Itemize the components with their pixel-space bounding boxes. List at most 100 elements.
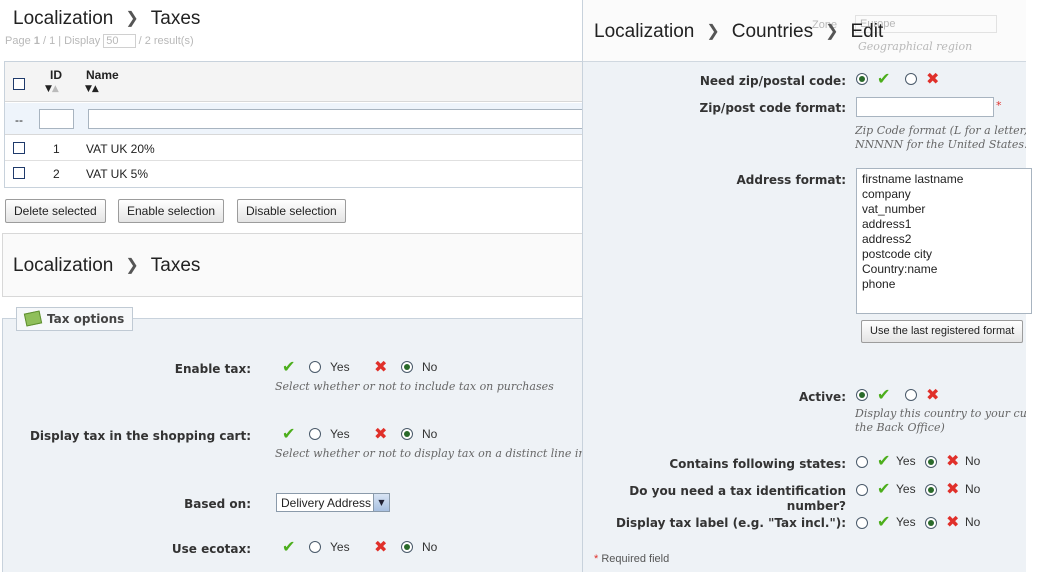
no-label: No: [422, 540, 438, 554]
pagination-label: Page: [5, 35, 31, 47]
tax-options-legend: Tax options: [16, 307, 134, 331]
enable-tax-yes-radio[interactable]: [309, 361, 321, 373]
address-line: firstname lastname: [862, 172, 964, 186]
need-zip-label: Need zip/postal code:: [699, 74, 846, 88]
yes-label: Yes: [330, 540, 350, 554]
cross-icon: ✖: [374, 424, 388, 443]
filter-id-input[interactable]: [39, 109, 74, 129]
breadcrumb-item: Edit: [850, 21, 884, 42]
tax-id-label: Do you need a tax identification: [629, 484, 846, 498]
display-tax-label: Display tax in the shopping cart:: [29, 429, 251, 443]
active-yes-radio[interactable]: [856, 389, 868, 401]
based-on-value: Delivery Address: [281, 496, 372, 510]
no-label: No: [965, 482, 981, 496]
row-checkbox[interactable]: [13, 167, 25, 179]
address-line: vat_number: [862, 202, 926, 216]
sort-arrows-icon[interactable]: ▼▲: [45, 84, 59, 94]
chevron-right-icon: ❯: [825, 23, 839, 40]
select-all-checkbox[interactable]: [13, 78, 25, 90]
required-note-text: Required field: [601, 553, 670, 565]
row-name: VAT UK 20%: [86, 142, 155, 156]
display-tax-label-no-radio[interactable]: [925, 517, 937, 529]
pagination-of: / 1 | Display: [42, 35, 101, 47]
table-row[interactable]: 2 VAT UK 5%: [5, 161, 590, 186]
address-line: postcode city: [862, 247, 933, 261]
breadcrumb-item[interactable]: Taxes: [151, 8, 201, 29]
cross-icon: ✖: [926, 69, 940, 88]
enable-selection-button[interactable]: Enable selection: [118, 199, 225, 223]
disable-selection-button[interactable]: Disable selection: [237, 199, 346, 223]
use-last-format-button[interactable]: Use the last registered format: [861, 320, 1024, 343]
enable-tax-help: Select whether or not to include tax on …: [275, 380, 554, 393]
yes-label: Yes: [330, 360, 350, 374]
display-tax-help: Select whether or not to display tax on …: [275, 447, 583, 460]
address-line: address2: [862, 232, 912, 246]
check-icon: ✔: [282, 537, 296, 556]
row-id: 2: [53, 167, 60, 181]
ecotax-yes-radio[interactable]: [309, 541, 321, 553]
column-header-name[interactable]: Name: [86, 68, 119, 82]
active-help: the Back Office): [855, 421, 945, 434]
per-page-value: 50: [106, 35, 119, 47]
address-line: company: [862, 187, 911, 201]
need-zip-yes-radio[interactable]: [856, 73, 868, 85]
enable-tax-no-radio[interactable]: [401, 361, 413, 373]
breadcrumb-item[interactable]: Localization: [13, 8, 113, 29]
row-checkbox[interactable]: [13, 142, 25, 154]
zip-format-label: Zip/post code format:: [699, 101, 846, 115]
breadcrumb-item[interactable]: Taxes: [151, 255, 201, 276]
table-row[interactable]: 1 VAT UK 20%: [5, 136, 590, 161]
yes-label: Yes: [896, 515, 916, 529]
row-name: VAT UK 5%: [86, 167, 149, 181]
breadcrumb-item[interactable]: Localization: [13, 255, 113, 276]
enable-tax-label: Enable tax:: [174, 362, 251, 376]
tax-options-breadcrumb: Localization ❯ Taxes: [13, 255, 200, 277]
breadcrumb-item[interactable]: Localization: [594, 21, 694, 42]
no-label: No: [422, 360, 438, 374]
dropdown-arrow-icon[interactable]: ▼: [373, 494, 389, 511]
address-format-textarea[interactable]: firstname lastname company vat_number ad…: [856, 168, 1032, 314]
taxes-table: ID ▼▲ Name ▼▲ -- 1 VAT UK 20% 2 VAT UK 5…: [4, 61, 598, 188]
ecotax-label: Use ecotax:: [171, 542, 251, 556]
taxes-list-breadcrumb: Localization ❯ Taxes: [13, 8, 200, 30]
legend-text: Tax options: [47, 312, 125, 326]
check-icon: ✔: [282, 424, 296, 443]
display-tax-yes-radio[interactable]: [309, 428, 321, 440]
chevron-right-icon: ❯: [125, 10, 139, 27]
required-field-note: * Required field: [594, 553, 669, 565]
check-icon: ✔: [877, 479, 891, 498]
no-label: No: [965, 515, 981, 529]
zip-format-help: Zip Code format (L for a letter, N: [855, 124, 1026, 137]
check-icon: ✔: [877, 69, 891, 88]
need-zip-no-radio[interactable]: [905, 73, 917, 85]
no-label: No: [422, 427, 438, 441]
cross-icon: ✖: [926, 385, 940, 404]
check-icon: ✔: [877, 451, 891, 470]
pagination-current: 1: [33, 35, 40, 47]
based-on-select[interactable]: Delivery Address ▼: [276, 493, 390, 512]
per-page-select[interactable]: 50: [103, 34, 136, 48]
display-tax-label-yes-radio[interactable]: [856, 517, 868, 529]
sort-arrows-icon[interactable]: ▼▲: [85, 84, 99, 94]
contains-states-no-radio[interactable]: [925, 456, 937, 468]
cross-icon: ✖: [946, 512, 960, 531]
required-star: *: [594, 553, 599, 565]
based-on-label: Based on:: [184, 497, 251, 511]
tax-id-no-radio[interactable]: [925, 484, 937, 496]
breadcrumb-item[interactable]: Countries: [732, 21, 813, 42]
check-icon: ✔: [877, 385, 891, 404]
no-label: No: [965, 454, 981, 468]
ecotax-no-radio[interactable]: [401, 541, 413, 553]
tax-id-yes-radio[interactable]: [856, 484, 868, 496]
display-tax-no-radio[interactable]: [401, 428, 413, 440]
contains-states-yes-radio[interactable]: [856, 456, 868, 468]
filter-name-input[interactable]: [88, 109, 598, 129]
display-tax-label-label: Display tax label (e.g. "Tax incl."):: [615, 516, 846, 530]
pagination-results: / 2 result(s): [138, 35, 194, 47]
zip-format-input[interactable]: [856, 97, 994, 117]
delete-selected-button[interactable]: Delete selected: [5, 199, 106, 223]
active-no-radio[interactable]: [905, 389, 917, 401]
required-star: *: [996, 99, 1002, 112]
yes-label: Yes: [896, 454, 916, 468]
column-header-id[interactable]: ID: [50, 68, 62, 82]
